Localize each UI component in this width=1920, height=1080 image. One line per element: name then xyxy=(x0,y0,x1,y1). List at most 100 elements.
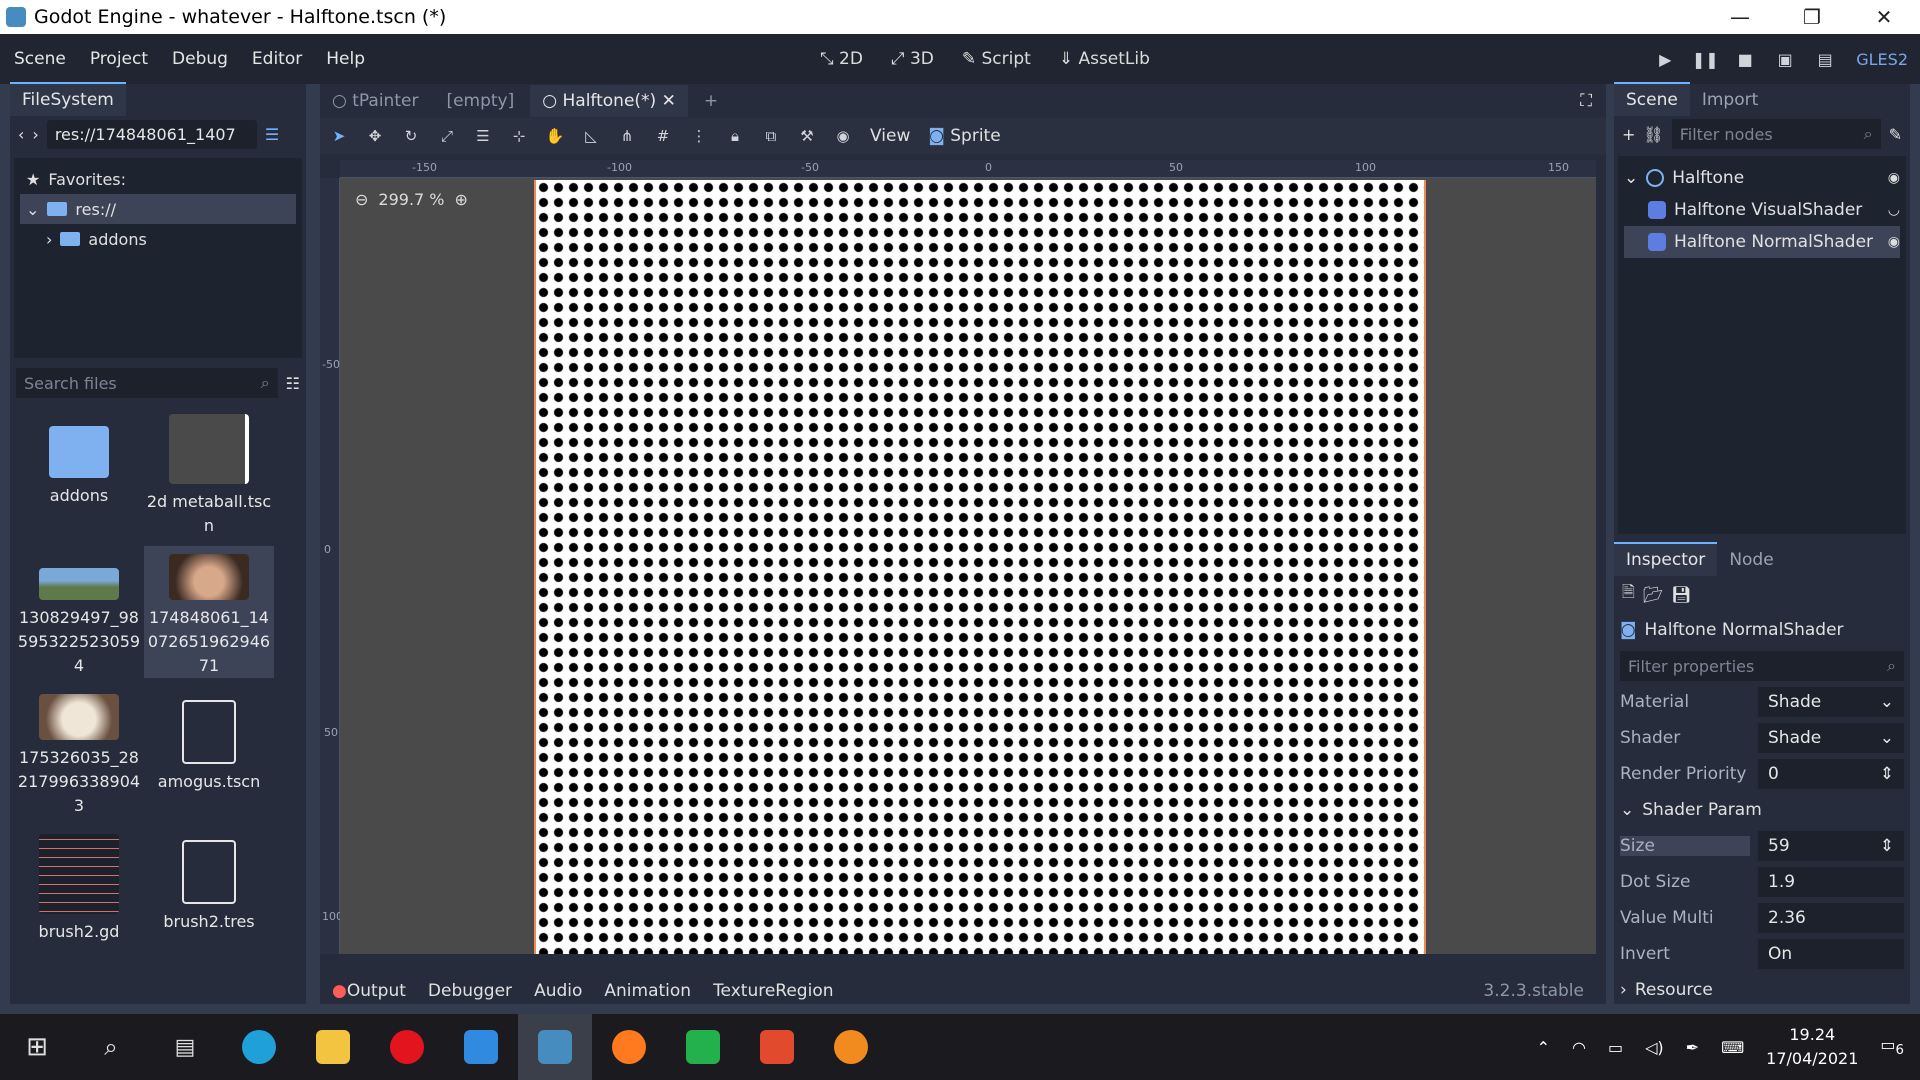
tab-output[interactable]: ●Output xyxy=(332,981,406,1001)
material-value[interactable]: Shade ⌄ xyxy=(1758,687,1904,717)
invert-checkbox[interactable]: On xyxy=(1758,939,1904,969)
script-attach-icon[interactable]: ✎ xyxy=(1889,125,1902,144)
visibility-icon[interactable]: ◉ xyxy=(1888,234,1900,250)
path-field[interactable]: res://174848061_1407 xyxy=(46,119,257,149)
tab-scene-halftone[interactable]: ○ Halftone(*) ✕ xyxy=(530,85,688,117)
restore-button[interactable]: ❐ xyxy=(1776,0,1848,34)
file-item[interactable]: 174848061_1407265196294671 xyxy=(144,546,274,678)
pan-tool-icon[interactable]: ✋ xyxy=(546,127,565,145)
tab-textureregion[interactable]: TextureRegion xyxy=(713,981,833,1001)
tab-scene[interactable]: Scene xyxy=(1614,82,1690,116)
clock[interactable]: 19.24 17/04/2021 xyxy=(1766,1023,1858,1071)
minimize-button[interactable]: — xyxy=(1704,0,1776,34)
halftone-canvas[interactable] xyxy=(534,180,1426,954)
dot-size-input[interactable]: 1.9 xyxy=(1758,867,1904,897)
search-files-input[interactable]: Search files ⌕ xyxy=(16,368,278,398)
tree-item-res[interactable]: ⌄ res:// xyxy=(20,194,296,224)
list-view-icon[interactable]: ☷ xyxy=(286,374,300,393)
blender-button[interactable] xyxy=(814,1014,888,1080)
add-node-icon[interactable]: + xyxy=(1622,125,1635,144)
pivot-tool-icon[interactable]: ⊹ xyxy=(510,127,528,145)
file-item[interactable]: brush2.gd xyxy=(14,826,144,958)
zoom-in-icon[interactable]: ⊕ xyxy=(455,190,468,209)
tab-filesystem[interactable]: FileSystem xyxy=(10,82,126,116)
firefox-button[interactable] xyxy=(592,1014,666,1080)
tab-scene-tpainter[interactable]: ○ tPainter xyxy=(320,85,430,117)
volume-icon[interactable]: ◁) xyxy=(1645,1038,1664,1057)
camera-icon[interactable]: ◉ xyxy=(834,127,852,145)
move-tool-icon[interactable]: ✥ xyxy=(366,127,384,145)
notification-center-icon[interactable]: ▭6 xyxy=(1880,1035,1904,1058)
tab-scene-empty[interactable]: [empty] xyxy=(434,85,526,117)
canvas-viewport[interactable] xyxy=(340,178,1596,954)
rotate-tool-icon[interactable]: ↻ xyxy=(402,127,420,145)
render-priority-input[interactable]: 0 ⇕ xyxy=(1758,759,1904,789)
edge-button[interactable] xyxy=(222,1014,296,1080)
ruler-tool-icon[interactable]: ◺ xyxy=(582,127,600,145)
visibility-icon[interactable]: ◉ xyxy=(1888,170,1900,186)
bone-icon[interactable]: ⚒ xyxy=(798,127,816,145)
lock-icon[interactable]: 🔒︎ xyxy=(726,127,744,145)
file-item[interactable]: brush2.tres xyxy=(144,826,274,958)
mode-2d-button[interactable]: ⤡ 2D xyxy=(820,49,863,69)
pen-icon[interactable]: ✒ xyxy=(1686,1038,1699,1057)
explorer-button[interactable] xyxy=(296,1014,370,1080)
tree-item-addons[interactable]: › addons xyxy=(20,224,296,254)
menu-help[interactable]: Help xyxy=(312,49,375,69)
distraction-free-icon[interactable]: ⛶ xyxy=(1580,91,1606,111)
list-select-icon[interactable]: ☰ xyxy=(474,127,492,145)
grid-snap-icon[interactable]: # xyxy=(654,127,672,145)
scale-tool-icon[interactable]: ⤢ xyxy=(438,127,456,145)
play-icon[interactable]: ▶ xyxy=(1656,50,1674,69)
select-tool-icon[interactable]: ➤ xyxy=(330,127,348,145)
godot-button[interactable] xyxy=(518,1014,592,1080)
wifi-icon[interactable]: ◠ xyxy=(1572,1038,1586,1057)
menu-debug[interactable]: Debug xyxy=(158,49,238,69)
snap-toggle-icon[interactable]: ⋔ xyxy=(618,127,636,145)
mail-button[interactable] xyxy=(444,1014,518,1080)
play-scene-icon[interactable]: ▣ xyxy=(1776,50,1794,69)
close-icon[interactable]: ✕ xyxy=(662,91,676,111)
filter-nodes-input[interactable]: Filter nodes ⌕ xyxy=(1671,119,1881,149)
view-menu[interactable]: View xyxy=(870,126,910,146)
size-input[interactable]: 59 ⇕ xyxy=(1758,831,1904,861)
stop-icon[interactable]: ■ xyxy=(1736,50,1754,69)
forward-icon[interactable]: › xyxy=(32,125,38,144)
app-green-button[interactable] xyxy=(666,1014,740,1080)
menu-project[interactable]: Project xyxy=(76,49,158,69)
menu-editor[interactable]: Editor xyxy=(238,49,312,69)
tray-chevron-icon[interactable]: ⌃ xyxy=(1537,1038,1550,1057)
add-tab-icon[interactable]: + xyxy=(692,85,730,117)
close-button[interactable]: ✕ xyxy=(1848,0,1920,34)
keyboard-icon[interactable]: ⌨ xyxy=(1721,1038,1744,1057)
open-icon[interactable]: 📂︎ xyxy=(1643,585,1663,604)
sprite-menu[interactable]: ◙ Sprite xyxy=(928,126,1000,146)
menu-scene[interactable]: Scene xyxy=(0,49,76,69)
tab-node[interactable]: Node xyxy=(1717,544,1785,576)
file-item[interactable]: 2d metaball.tscn xyxy=(144,406,274,538)
link-icon[interactable]: ⛓ xyxy=(1643,125,1663,144)
battery-icon[interactable]: ▭ xyxy=(1608,1038,1623,1057)
file-item[interactable]: 175326035_282179963389043 xyxy=(14,686,144,818)
tab-debugger[interactable]: Debugger xyxy=(428,981,512,1001)
value-multi-input[interactable]: 2.36 xyxy=(1758,903,1904,933)
new-resource-icon[interactable]: 🗎︎ xyxy=(1622,581,1635,608)
app-tool-button[interactable] xyxy=(740,1014,814,1080)
assetlib-button[interactable]: ⇓ AssetLib xyxy=(1059,49,1150,69)
zoom-out-icon[interactable]: ⊖ xyxy=(355,190,368,209)
hidden-icon[interactable]: ◡ xyxy=(1888,202,1900,218)
script-button[interactable]: ✎ Script xyxy=(962,49,1031,69)
file-item[interactable]: addons xyxy=(14,406,144,538)
search-button[interactable]: ⌕ xyxy=(74,1014,148,1080)
file-item[interactable]: amogus.tscn xyxy=(144,686,274,818)
file-item[interactable]: 130829497_985953225230594 xyxy=(14,546,144,678)
split-view-icon[interactable]: ☰ xyxy=(265,125,279,144)
filter-properties-input[interactable]: Filter properties ⌕ xyxy=(1620,651,1904,681)
renderer-selector[interactable]: GLES2 xyxy=(1856,50,1908,69)
task-view-button[interactable]: ▤ xyxy=(148,1014,222,1080)
prop-resource[interactable]: › Resource xyxy=(1614,972,1910,1008)
zoom-level[interactable]: 299.7 % xyxy=(378,190,444,209)
tree-node-halftone[interactable]: ⌄ Halftone ◉ xyxy=(1624,162,1900,194)
shader-value[interactable]: Shade ⌄ xyxy=(1758,723,1904,753)
pause-icon[interactable]: ❚❚ xyxy=(1692,50,1719,69)
